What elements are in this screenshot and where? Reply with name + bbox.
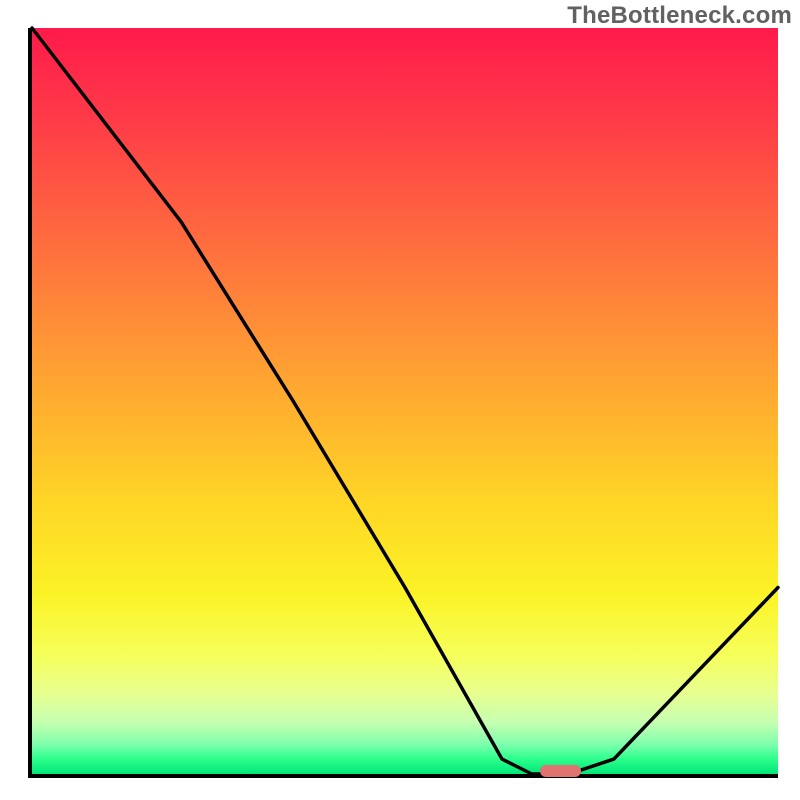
optimal-marker — [540, 765, 581, 777]
bottleneck-curve — [32, 28, 778, 774]
plot-area — [28, 28, 778, 778]
chart-container: TheBottleneck.com — [0, 0, 800, 800]
watermark-text: TheBottleneck.com — [567, 2, 792, 30]
curve-path — [32, 28, 778, 774]
